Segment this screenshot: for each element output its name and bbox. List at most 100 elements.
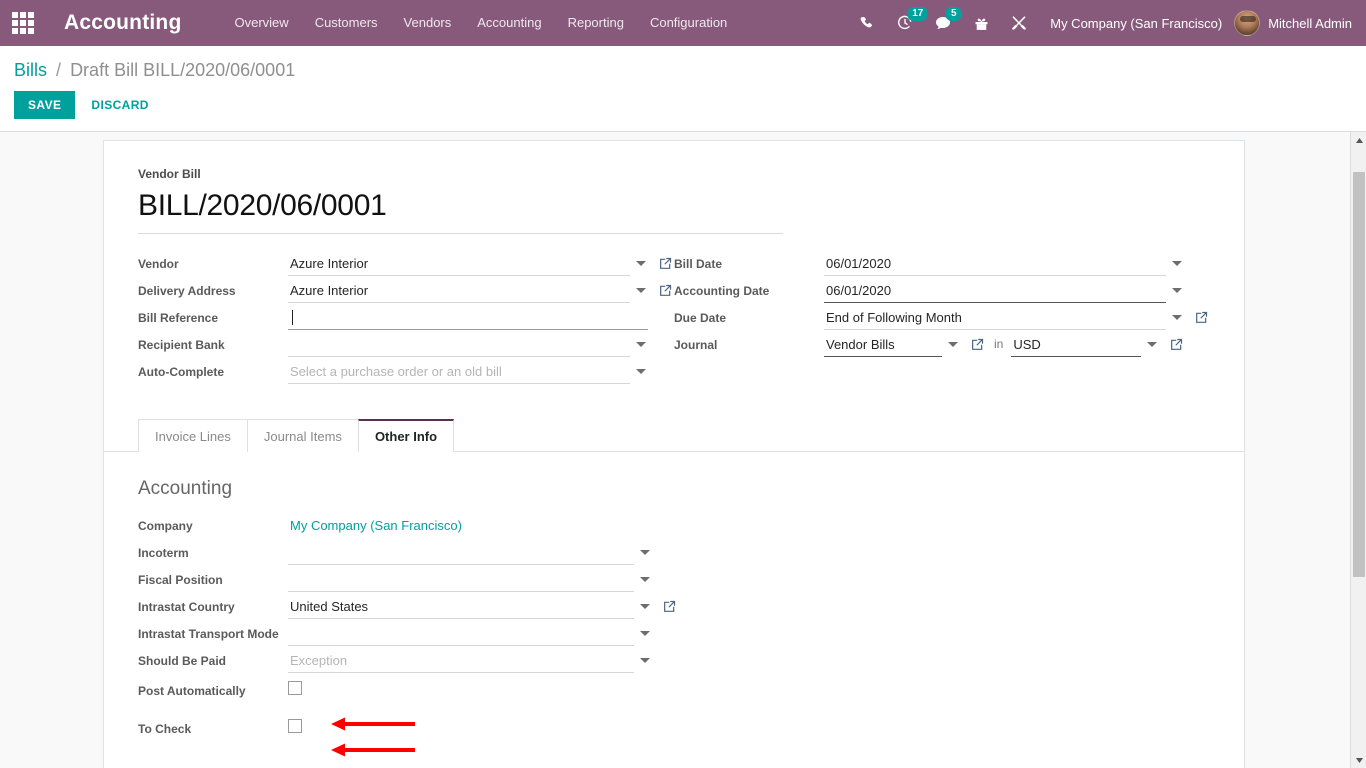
menu-item-reporting[interactable]: Reporting bbox=[555, 0, 637, 46]
chevron-down-icon[interactable] bbox=[640, 603, 650, 609]
scroll-up-icon[interactable] bbox=[1351, 132, 1366, 148]
vendor-input[interactable]: Azure Interior bbox=[288, 250, 630, 276]
field-vendor: Vendor Azure Interior bbox=[138, 250, 674, 277]
field-company: Company My Company (San Francisco) bbox=[138, 512, 678, 539]
field-label-intrastat-country: Intrastat Country bbox=[138, 600, 235, 614]
page-title: BILL/2020/06/0001 bbox=[138, 189, 783, 234]
journal-input[interactable]: Vendor Bills bbox=[824, 331, 942, 357]
recipient-bank-input[interactable] bbox=[288, 331, 630, 357]
field-intrastat-country: Intrastat Country United States bbox=[138, 593, 678, 620]
user-menu[interactable]: Mitchell Admin bbox=[1234, 10, 1358, 36]
field-bill-date: Bill Date 06/01/2020 bbox=[674, 250, 1210, 277]
breadcrumb: Bills / Draft Bill BILL/2020/06/0001 bbox=[14, 46, 1352, 81]
gift-icon[interactable] bbox=[966, 0, 996, 46]
top-navbar: Accounting Overview Customers Vendors Ac… bbox=[0, 0, 1366, 46]
chevron-down-icon[interactable] bbox=[640, 630, 650, 636]
field-label-journal: Journal bbox=[674, 338, 718, 352]
chevron-down-icon[interactable] bbox=[1172, 287, 1182, 293]
activity-count-badge: 17 bbox=[907, 7, 929, 21]
open-intrastat-country-external-link-icon[interactable] bbox=[660, 600, 678, 613]
post-automatically-checkbox[interactable] bbox=[288, 681, 302, 695]
vertical-scrollbar[interactable] bbox=[1350, 132, 1366, 768]
field-label-vendor: Vendor bbox=[138, 257, 179, 271]
field-label-fiscal-position: Fiscal Position bbox=[138, 573, 223, 587]
chevron-down-icon[interactable] bbox=[636, 368, 646, 374]
app-brand-title[interactable]: Accounting bbox=[64, 11, 182, 35]
company-switcher[interactable]: My Company (San Francisco) bbox=[1038, 16, 1234, 31]
menu-item-vendors[interactable]: Vendors bbox=[391, 0, 465, 46]
chevron-down-icon[interactable] bbox=[640, 549, 650, 555]
incoterm-input[interactable] bbox=[288, 539, 634, 565]
field-label-delivery-address: Delivery Address bbox=[138, 284, 236, 298]
messages-icon[interactable]: 5 bbox=[928, 0, 963, 46]
tab-invoice-lines[interactable]: Invoice Lines bbox=[138, 419, 248, 452]
chevron-down-icon[interactable] bbox=[636, 341, 646, 347]
chevron-down-icon[interactable] bbox=[1172, 314, 1182, 320]
navbar-right-tools: 17 5 My Company (San Francisco) Mitchell… bbox=[848, 0, 1366, 46]
scroll-down-icon[interactable] bbox=[1351, 752, 1366, 768]
form-sheet: Vendor Bill BILL/2020/06/0001 Vendor Azu… bbox=[103, 140, 1245, 768]
notebook: Invoice Lines Journal Items Other Info A… bbox=[104, 419, 1244, 742]
save-button[interactable]: SAVE bbox=[14, 91, 76, 119]
field-recipient-bank: Recipient Bank bbox=[138, 331, 674, 358]
field-should-be-paid: Should Be Paid Exception bbox=[138, 647, 678, 674]
field-label-intrastat-transport-mode: Intrastat Transport Mode bbox=[138, 627, 279, 641]
menu-item-customers[interactable]: Customers bbox=[302, 0, 391, 46]
open-payment-terms-external-link-icon[interactable] bbox=[1192, 311, 1210, 324]
open-currency-external-link-icon[interactable] bbox=[1167, 338, 1185, 351]
tab-other-info[interactable]: Other Info bbox=[357, 419, 455, 452]
journal-currency-connector: in bbox=[994, 337, 1004, 351]
field-incoterm: Incoterm bbox=[138, 539, 678, 566]
activity-clock-icon[interactable]: 17 bbox=[890, 0, 929, 46]
chevron-down-icon[interactable] bbox=[636, 287, 646, 293]
field-auto-complete: Auto-Complete Select a purchase order or… bbox=[138, 358, 674, 385]
chevron-down-icon[interactable] bbox=[636, 260, 646, 266]
field-fiscal-position: Fiscal Position bbox=[138, 566, 678, 593]
open-journal-external-link-icon[interactable] bbox=[968, 338, 986, 351]
open-delivery-address-external-link-icon[interactable] bbox=[656, 284, 674, 297]
field-delivery-address: Delivery Address Azure Interior bbox=[138, 277, 674, 304]
company-link[interactable]: My Company (San Francisco) bbox=[288, 512, 678, 538]
chevron-down-icon[interactable] bbox=[640, 657, 650, 663]
to-check-checkbox[interactable] bbox=[288, 719, 302, 733]
user-name-label: Mitchell Admin bbox=[1268, 15, 1352, 31]
notebook-tabs: Invoice Lines Journal Items Other Info bbox=[104, 419, 1244, 452]
group-title-accounting: Accounting bbox=[138, 478, 233, 499]
bill-date-input[interactable]: 06/01/2020 bbox=[824, 250, 1166, 276]
should-be-paid-input[interactable]: Exception bbox=[288, 647, 634, 673]
due-date-input[interactable]: End of Following Month bbox=[824, 304, 1166, 330]
field-journal: Journal Vendor Bills in USD bbox=[674, 331, 1210, 358]
field-label-accounting-date: Accounting Date bbox=[674, 284, 770, 298]
breadcrumb-bills-link[interactable]: Bills bbox=[14, 60, 47, 80]
currency-input[interactable]: USD bbox=[1011, 331, 1142, 357]
intrastat-transport-mode-input[interactable] bbox=[288, 620, 634, 646]
tools-icon[interactable] bbox=[1004, 0, 1034, 46]
scrollbar-thumb[interactable] bbox=[1353, 172, 1365, 577]
auto-complete-input[interactable]: Select a purchase order or an old bill bbox=[288, 358, 630, 384]
chevron-down-icon[interactable] bbox=[640, 576, 650, 582]
breadcrumb-separator: / bbox=[56, 60, 62, 80]
open-vendor-external-link-icon[interactable] bbox=[656, 257, 674, 270]
control-panel: Bills / Draft Bill BILL/2020/06/0001 SAV… bbox=[0, 46, 1366, 150]
chevron-down-icon[interactable] bbox=[1172, 260, 1182, 266]
field-label-bill-date: Bill Date bbox=[674, 257, 723, 271]
apps-grid-icon[interactable] bbox=[10, 12, 36, 34]
menu-item-configuration[interactable]: Configuration bbox=[637, 0, 740, 46]
field-label-to-check: To Check bbox=[138, 722, 192, 736]
menu-item-accounting[interactable]: Accounting bbox=[464, 0, 554, 46]
other-info-fields: Company My Company (San Francisco) Incot… bbox=[138, 512, 678, 742]
phone-icon[interactable] bbox=[852, 0, 882, 46]
delivery-address-input[interactable]: Azure Interior bbox=[288, 277, 630, 303]
tab-journal-items[interactable]: Journal Items bbox=[246, 419, 359, 452]
discard-button[interactable]: DISCARD bbox=[79, 91, 160, 119]
bill-reference-input[interactable] bbox=[288, 304, 648, 330]
main-menu: Overview Customers Vendors Accounting Re… bbox=[222, 0, 741, 46]
avatar bbox=[1234, 10, 1261, 36]
accounting-date-input[interactable]: 06/01/2020 bbox=[824, 277, 1166, 303]
fiscal-position-input[interactable] bbox=[288, 566, 634, 592]
chevron-down-icon[interactable] bbox=[948, 341, 958, 347]
intrastat-country-input[interactable]: United States bbox=[288, 593, 634, 619]
menu-item-overview[interactable]: Overview bbox=[222, 0, 302, 46]
chevron-down-icon[interactable] bbox=[1147, 341, 1158, 347]
field-label-recipient-bank: Recipient Bank bbox=[138, 338, 225, 352]
